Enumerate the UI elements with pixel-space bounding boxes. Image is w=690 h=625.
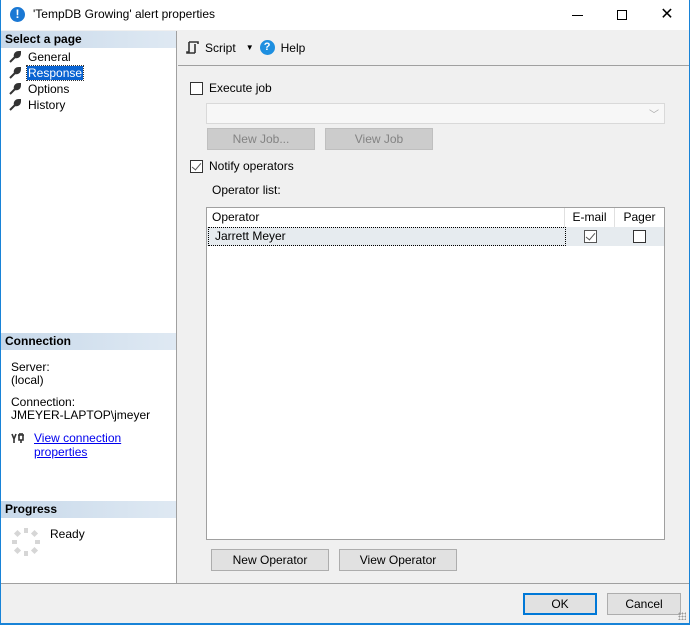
page-item-label: History (28, 98, 66, 112)
new-job-button[interactable]: New Job... (207, 128, 315, 150)
script-dropdown-icon[interactable]: ▼ (246, 43, 254, 52)
page-item-history[interactable]: History (9, 97, 66, 113)
wrench-icon (9, 99, 21, 111)
ok-button[interactable]: OK (523, 593, 597, 615)
table-row[interactable]: Jarrett Meyer (207, 227, 664, 246)
toolbar: Script ▼ ? Help (178, 31, 689, 66)
page-item-label: Response (25, 65, 85, 81)
help-button[interactable]: Help (281, 41, 306, 55)
maximize-icon (617, 10, 627, 20)
script-label: Script (205, 40, 236, 55)
footer-divider (1, 583, 689, 584)
operator-name-cell[interactable]: Jarrett Meyer (208, 227, 566, 246)
connection-value: JMEYER-LAPTOP\jmeyer (11, 408, 151, 422)
server-label: Server: (11, 360, 50, 374)
chevron-down-icon: ﹀ (649, 110, 659, 121)
page-item-label: General (28, 50, 71, 64)
left-panel: Select a page General Response Options H… (1, 31, 177, 583)
notify-operators-label: Notify operators (209, 159, 294, 173)
wrench-icon (9, 67, 21, 79)
page-item-general[interactable]: General (9, 49, 72, 65)
wrench-icon (9, 51, 21, 63)
progress-status: Ready (50, 527, 85, 541)
alert-properties-dialog: ! 'TempDB Growing' alert properties ✕ Se… (0, 0, 690, 625)
wrench-icon (9, 83, 21, 95)
help-icon: ? (259, 40, 275, 55)
window-title: 'TempDB Growing' alert properties (33, 7, 215, 21)
title-bar: ! 'TempDB Growing' alert properties ✕ (1, 0, 689, 30)
column-header-pager[interactable]: Pager (615, 208, 664, 227)
resize-grip-icon[interactable] (678, 612, 686, 620)
new-operator-button[interactable]: New Operator (211, 549, 329, 571)
progress-header: Progress (1, 501, 176, 518)
operator-grid: Operator E-mail Pager Jarrett Meyer (206, 207, 665, 540)
maximize-button[interactable] (599, 0, 645, 30)
column-header-operator[interactable]: Operator (207, 208, 565, 227)
progress-spinner-icon (12, 528, 40, 556)
server-value: (local) (11, 373, 44, 387)
page-item-response[interactable]: Response (9, 65, 85, 81)
connection-header: Connection (1, 333, 176, 350)
script-icon (186, 41, 199, 54)
plug-icon (11, 433, 24, 443)
execute-job-checkbox[interactable] (190, 82, 203, 95)
notify-operators-checkbox[interactable] (190, 160, 203, 173)
pager-checkbox[interactable] (633, 230, 646, 243)
execute-job-label: Execute job (209, 81, 272, 95)
column-header-email[interactable]: E-mail (565, 208, 615, 227)
select-page-header: Select a page (1, 31, 176, 48)
page-item-label: Options (28, 82, 70, 96)
minimize-button[interactable] (554, 0, 600, 30)
view-job-button[interactable]: View Job (325, 128, 433, 150)
email-checkbox[interactable] (584, 230, 597, 243)
alert-info-icon: ! (10, 7, 25, 22)
view-operator-button[interactable]: View Operator (339, 549, 457, 571)
job-select-value (209, 106, 644, 121)
page-item-options[interactable]: Options (9, 81, 70, 97)
job-select[interactable]: ﹀ (206, 103, 665, 124)
cancel-button[interactable]: Cancel (607, 593, 681, 615)
close-icon: ✕ (660, 6, 674, 23)
minimize-icon (571, 14, 583, 16)
script-button[interactable]: Script ▼ ? Help (186, 40, 305, 55)
view-connection-properties-link[interactable]: View connection properties (34, 431, 176, 459)
close-button[interactable]: ✕ (644, 0, 690, 30)
connection-label: Connection: (11, 395, 76, 409)
operator-list-label: Operator list: (212, 183, 281, 197)
